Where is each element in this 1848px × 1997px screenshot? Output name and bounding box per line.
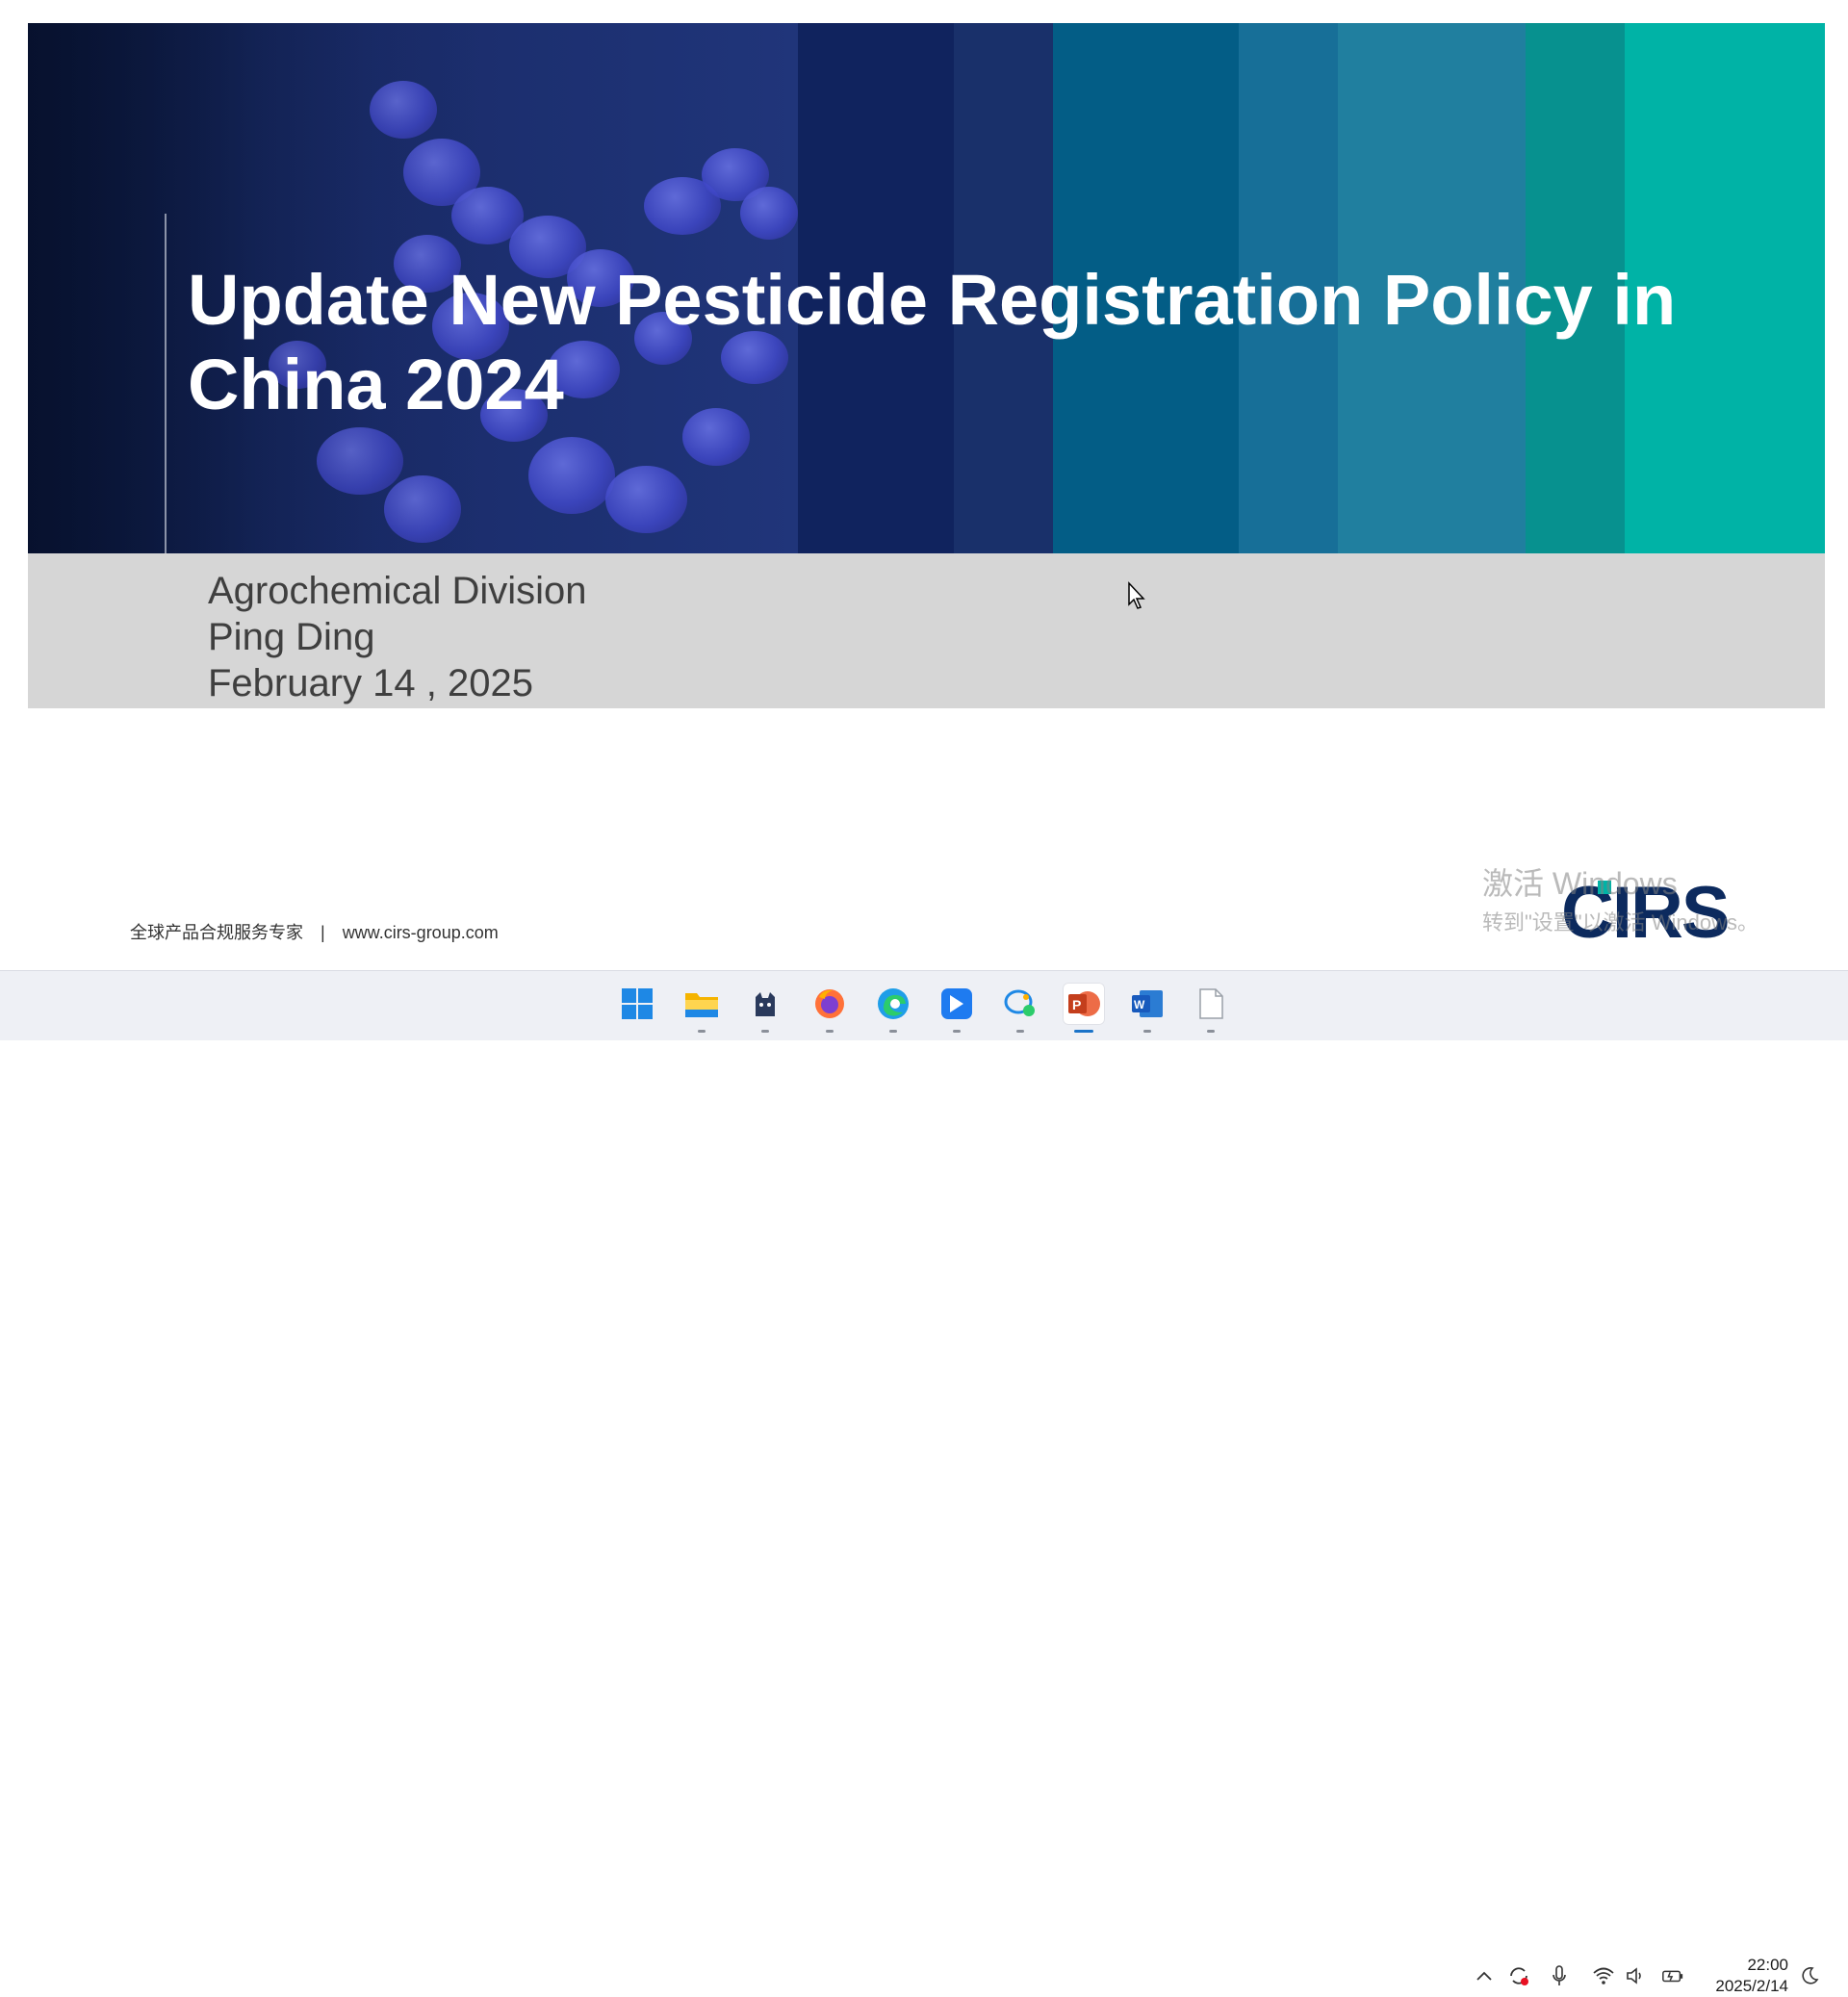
svg-text:W: W [1134,998,1145,1011]
taskbar: P W 22:00 2025/2/14 [0,970,1848,1995]
taskbar-document[interactable] [1190,983,1232,1033]
taskbar-cat-app[interactable] [744,983,786,1033]
taskbar-word[interactable]: W [1126,983,1168,1033]
footer-tagline: 全球产品合规服务专家 [130,923,303,942]
moon-icon [1802,1967,1819,1984]
taskbar-feishu[interactable] [936,983,978,1033]
subtitle-author: Ping Ding [208,616,375,658]
tray-volume[interactable] [1625,1964,1648,1987]
cat-app-icon [756,992,775,1016]
subtitle-division: Agrochemical Division [208,570,587,612]
wifi-icon [1593,1967,1614,1984]
activation-watermark: 激活 Windows 转到"设置"以激活 Windows。 [1482,859,1758,936]
presentation-slide: Update New Pesticide Registration Policy… [0,0,1848,970]
subtitle-date: February 14 , 2025 [208,662,533,704]
folder-icon [685,993,718,1017]
feishu-icon [941,988,972,1019]
svg-text:P: P [1072,997,1081,1012]
tray-overflow-button[interactable] [1473,1964,1496,1987]
clock-date: 2025/2/14 [1715,1977,1788,1995]
mouse-pointer-icon [1128,581,1145,609]
chat-icon [1004,989,1035,1016]
taskbar-firefox[interactable] [808,983,851,1033]
powerpoint-icon: P [1068,991,1100,1016]
start-button[interactable] [616,983,658,1025]
taskbar-powerpoint[interactable]: P [1063,983,1105,1033]
chevron-up-icon [1476,1971,1492,1981]
edge-icon [878,988,909,1019]
tray-sync[interactable] [1507,1964,1530,1987]
firefox-icon [815,989,844,1018]
windows-logo-icon [622,988,653,1019]
system-clock[interactable]: 22:00 2025/2/14 [1702,1955,1788,1997]
clock-time: 22:00 [1747,1956,1788,1974]
taskbar-chat[interactable] [999,983,1041,1033]
slide-title: Update New Pesticide Registration Policy… [188,260,1677,424]
speaker-icon [1627,1967,1641,1984]
taskbar-edge[interactable] [872,983,914,1033]
word-icon: W [1132,990,1163,1017]
blank-document-icon [1199,988,1223,1019]
tray-microphone[interactable] [1548,1964,1571,1987]
microphone-icon [1553,1965,1566,1985]
tray-focus[interactable] [1798,1964,1821,1987]
battery-icon [1662,1970,1683,1983]
slide-footer: 全球产品合规服务专家 | www.cirs-group.com [130,919,499,944]
footer-url: www.cirs-group.com [342,923,499,942]
sync-icon [1510,1967,1528,1985]
footer-separator: | [321,923,325,942]
watermark-line1: 激活 Windows [1482,866,1678,901]
watermark-line2: 转到"设置"以激活 Windows。 [1482,910,1758,934]
taskbar-file-explorer[interactable] [680,983,723,1033]
tray-battery[interactable] [1661,1964,1684,1987]
tray-network[interactable] [1592,1964,1615,1987]
